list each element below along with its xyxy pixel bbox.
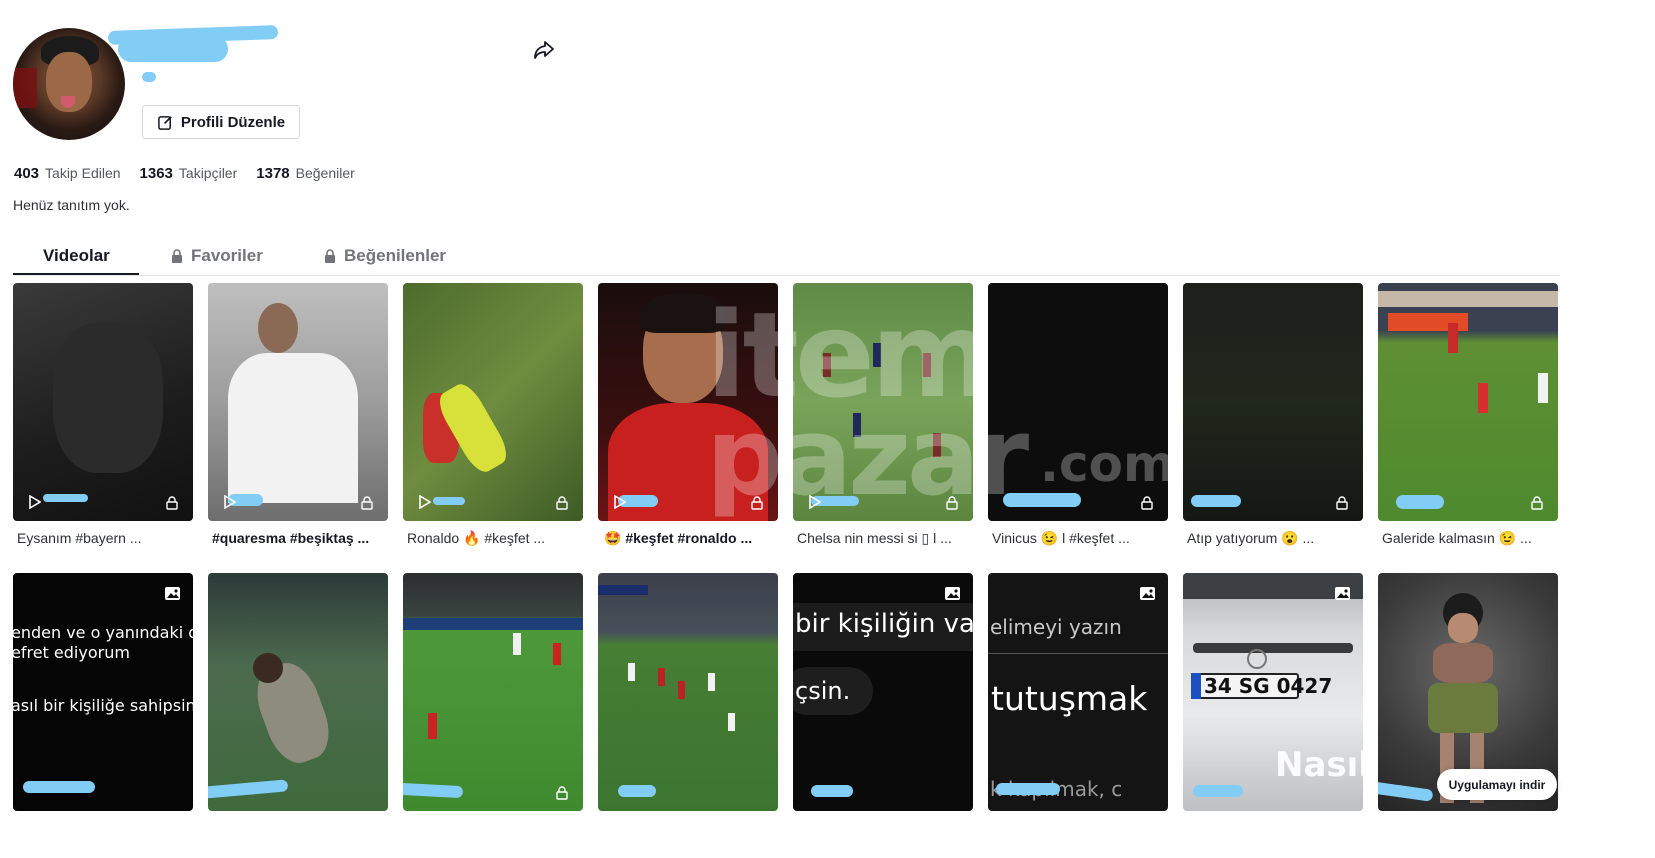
video-card[interactable] bbox=[403, 283, 583, 521]
profile-bio: Henüz tanıtım yok. bbox=[13, 197, 130, 213]
photo-card[interactable]: bir kişiliğin var çsin. bbox=[793, 573, 973, 811]
video-card[interactable] bbox=[13, 283, 193, 521]
video-caption[interactable]: Eysanım #bayern ... bbox=[17, 530, 197, 546]
lock-icon bbox=[946, 496, 958, 510]
edit-profile-label: Profili Düzenle bbox=[180, 113, 286, 131]
lock-icon bbox=[172, 249, 182, 263]
card-overlay-text: elimeyi yazın bbox=[990, 615, 1122, 639]
video-caption[interactable]: #quaresma #beşiktaş ... bbox=[212, 530, 392, 546]
active-tab-indicator bbox=[13, 273, 139, 275]
photo-icon bbox=[945, 587, 960, 600]
likes-count: 1378 Beğeniler bbox=[256, 165, 355, 182]
license-plate-text: 34 SG 0427 bbox=[1204, 674, 1333, 698]
tab-favorites[interactable]: Favoriler bbox=[171, 246, 263, 266]
video-card[interactable] bbox=[1183, 283, 1363, 521]
play-icon bbox=[419, 495, 431, 509]
profile-avatar bbox=[13, 28, 125, 140]
video-caption[interactable]: Ronaldo 🔥 #keşfet ... bbox=[407, 530, 587, 547]
video-caption[interactable]: Chelsa nin messi si ▯ l ... bbox=[797, 530, 977, 547]
lock-icon bbox=[556, 786, 568, 800]
video-card[interactable] bbox=[403, 573, 583, 811]
play-icon bbox=[809, 495, 821, 509]
photo-icon bbox=[1140, 587, 1155, 600]
tab-liked[interactable]: Beğenilenler bbox=[324, 246, 446, 266]
edit-icon bbox=[158, 115, 172, 130]
card-overlay-text: efret ediyorum bbox=[13, 643, 130, 662]
edit-profile-button[interactable]: Profili Düzenle bbox=[142, 105, 300, 139]
photo-card[interactable]: elimeyi yazın tutuşmak k kapılmak, c bbox=[988, 573, 1168, 811]
card-overlay-text: çsin. bbox=[795, 677, 851, 705]
card-overlay-text: tutuşmak bbox=[991, 679, 1148, 718]
lock-icon bbox=[1336, 496, 1348, 510]
photo-icon bbox=[1335, 587, 1350, 600]
card-overlay-text: Nasıl bbox=[1275, 745, 1363, 785]
followers-count[interactable]: 1363 Takipçiler bbox=[140, 165, 238, 182]
video-card[interactable] bbox=[1378, 283, 1558, 521]
profile-tabs: Videolar Favoriler Beğenilenler bbox=[13, 240, 1560, 276]
play-icon bbox=[29, 495, 41, 509]
lock-icon bbox=[556, 496, 568, 510]
video-caption[interactable]: Vinicus 😉 l #keşfet ... bbox=[992, 530, 1172, 547]
tab-videos[interactable]: Videolar bbox=[43, 246, 110, 266]
photo-card[interactable]: 34 SG 0427 Nasıl bbox=[1183, 573, 1363, 811]
play-icon bbox=[614, 495, 626, 509]
lock-icon bbox=[751, 496, 763, 510]
video-card[interactable] bbox=[208, 573, 388, 811]
download-app-button[interactable]: Uygulamayı indir bbox=[1437, 769, 1557, 800]
card-overlay-text: enden ve o yanındaki den bbox=[13, 623, 193, 642]
photo-card[interactable]: enden ve o yanındaki den efret ediyorum … bbox=[13, 573, 193, 811]
card-overlay-text: bir kişiliğin var bbox=[795, 609, 973, 639]
nickname-redaction bbox=[142, 72, 156, 82]
video-caption[interactable]: Atıp yatıyorum 😮 ... bbox=[1187, 530, 1367, 547]
following-count[interactable]: 403 Takip Edilen bbox=[14, 165, 121, 182]
play-icon bbox=[224, 495, 236, 509]
username-redaction bbox=[118, 36, 228, 62]
watermark-text: .com bbox=[1040, 435, 1176, 493]
lock-icon bbox=[361, 496, 373, 510]
video-card[interactable] bbox=[598, 573, 778, 811]
video-caption[interactable]: Galeride kalmasın 😉 ... bbox=[1382, 530, 1562, 547]
card-overlay-text: asıl bir kişiliğe sahipsiniz bbox=[13, 696, 193, 715]
video-card[interactable] bbox=[208, 283, 388, 521]
lock-icon bbox=[1141, 496, 1153, 510]
photo-icon bbox=[165, 587, 180, 600]
video-caption[interactable]: 🤩 #keşfet #ronaldo ... bbox=[604, 530, 784, 547]
share-icon[interactable] bbox=[532, 38, 556, 62]
lock-icon bbox=[166, 496, 178, 510]
lock-icon bbox=[1531, 496, 1543, 510]
lock-icon bbox=[325, 249, 335, 263]
profile-stats: 403 Takip Edilen 1363 Takipçiler 1378 Beğen… bbox=[14, 165, 355, 182]
